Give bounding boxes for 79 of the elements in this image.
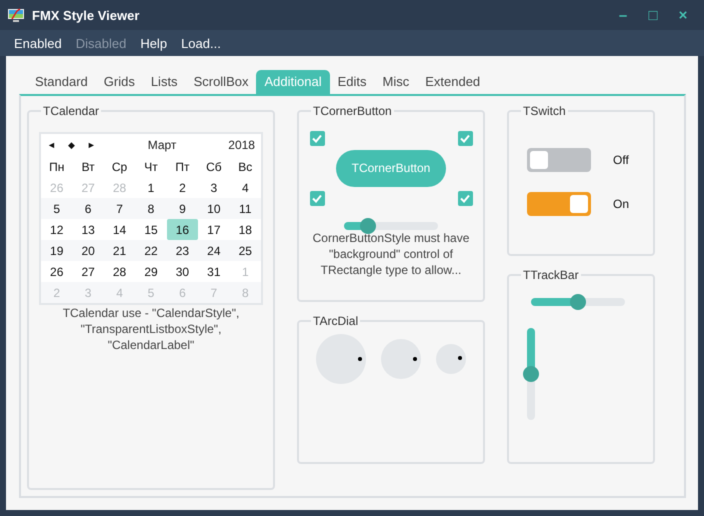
next-button[interactable]: ► xyxy=(86,140,96,150)
calendar-day[interactable]: 24 xyxy=(198,240,230,261)
tab[interactable]: Standard xyxy=(27,70,96,94)
checkbox[interactable] xyxy=(458,190,472,206)
weekday-label: Сб xyxy=(205,158,223,176)
calendar-day[interactable]: 25 xyxy=(230,240,261,261)
calendar-day[interactable]: 18 xyxy=(230,219,261,240)
tab[interactable]: Misc xyxy=(374,70,418,94)
toggle-switch[interactable] xyxy=(527,148,591,172)
checkbox[interactable] xyxy=(458,130,472,146)
slider-thumb[interactable] xyxy=(360,218,376,234)
calendar-day[interactable]: 21 xyxy=(104,240,136,261)
calendar-note: TCalendar use - "CalendarStyle", "TransparentListboxStyle", "CalendarLabel" xyxy=(62,305,240,353)
checkbox[interactable] xyxy=(310,190,324,206)
weekday-label: Ср xyxy=(110,158,128,176)
minimize-button[interactable]: – xyxy=(612,6,634,24)
toggle-switch[interactable] xyxy=(527,192,591,216)
group-title: TCalendar xyxy=(42,104,100,118)
menu-item[interactable]: Load... xyxy=(181,36,221,50)
calendar-day[interactable]: 12 xyxy=(41,219,72,240)
today-button[interactable]: ◆ xyxy=(68,140,75,150)
calendar-day[interactable]: 6 xyxy=(72,198,104,219)
arc-dial[interactable] xyxy=(436,344,466,374)
weekday-label: Вс xyxy=(237,158,254,176)
year-label: 2018 xyxy=(228,138,255,152)
calendar-day[interactable]: 2 xyxy=(166,177,198,198)
corner-button-note: CornerButtonStyle must have "background" control of TRectangle type to allow... xyxy=(312,230,470,278)
tab[interactable]: Extended xyxy=(417,70,488,94)
month-label: Март xyxy=(148,138,176,152)
group-title: TTrackBar xyxy=(522,268,580,282)
tab[interactable]: Lists xyxy=(142,70,186,94)
maximize-button[interactable]: □ xyxy=(642,6,664,24)
calendar-day[interactable]: 14 xyxy=(104,219,136,240)
menu-item[interactable]: Help xyxy=(140,36,168,50)
weekday-label: Чт xyxy=(143,158,159,176)
calendar-day[interactable]: 15 xyxy=(135,219,167,240)
close-button[interactable]: × xyxy=(672,6,694,24)
calendar-day[interactable]: 26 xyxy=(41,261,72,282)
checkbox[interactable] xyxy=(310,130,324,146)
weekday-label: Вт xyxy=(80,158,96,176)
calendar-day[interactable]: 8 xyxy=(135,198,167,219)
calendar-day[interactable]: 29 xyxy=(135,261,167,282)
calendar-day[interactable]: 4 xyxy=(230,177,261,198)
calendar-day[interactable]: 28 xyxy=(104,261,136,282)
tab[interactable]: Grids xyxy=(96,70,143,94)
menu-item[interactable]: Enabled xyxy=(14,36,62,50)
group-title: TCornerButton xyxy=(312,104,393,118)
calendar-day[interactable]: 5 xyxy=(41,198,72,219)
calendar-day[interactable]: 7 xyxy=(104,198,136,219)
calendar-day[interactable]: 11 xyxy=(230,198,261,219)
group-title: TSwitch xyxy=(522,104,567,118)
calendar-day[interactable]: 16 xyxy=(166,219,198,240)
switch-label: Off xyxy=(613,153,629,167)
previous-button[interactable]: ◄ xyxy=(47,140,56,150)
calendar-day[interactable]: 19 xyxy=(41,240,72,261)
arc-dial[interactable] xyxy=(380,339,421,379)
calendar-day[interactable]: 13 xyxy=(72,219,104,240)
window-title: FMX Style Viewer xyxy=(32,8,140,22)
calendar-day[interactable]: 31 xyxy=(198,261,230,282)
calendar-day[interactable]: 10 xyxy=(198,198,230,219)
slider-thumb[interactable] xyxy=(523,366,539,382)
calendar-day[interactable]: 22 xyxy=(135,240,167,261)
calendar-day[interactable]: 3 xyxy=(198,177,230,198)
calendar-day[interactable]: 27 xyxy=(72,261,104,282)
tab[interactable]: ScrollBox xyxy=(186,70,256,94)
switch-label: On xyxy=(613,197,630,211)
slider-thumb[interactable] xyxy=(570,294,586,310)
group-title: TArcDial xyxy=(312,314,360,328)
calendar-day[interactable]: 9 xyxy=(166,198,198,219)
calendar-day[interactable]: 30 xyxy=(166,261,198,282)
calendar-day[interactable]: 1 xyxy=(135,177,167,198)
calendar-day[interactable]: 23 xyxy=(166,240,198,261)
calendar-day[interactable]: 17 xyxy=(198,219,230,240)
app-icon xyxy=(8,8,24,22)
arc-dial[interactable] xyxy=(316,334,366,384)
weekday-label: Пн xyxy=(48,158,66,176)
weekday-label: Пт xyxy=(174,158,190,176)
calendar-day[interactable]: 20 xyxy=(72,240,104,261)
tab[interactable]: Edits xyxy=(330,70,374,94)
